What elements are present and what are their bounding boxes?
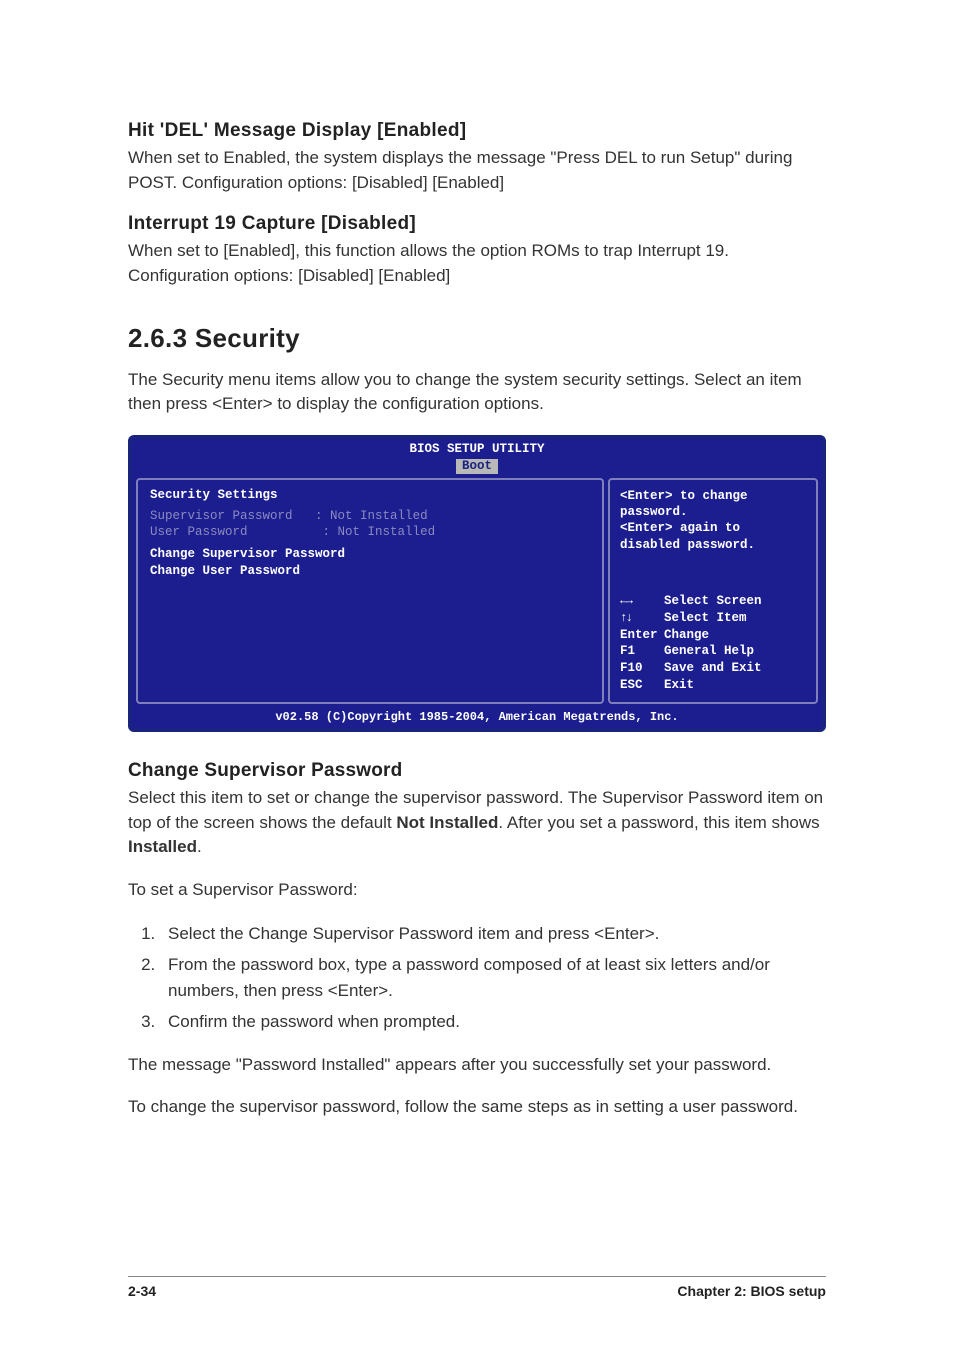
cpw-post: . bbox=[197, 837, 202, 856]
body-msg-after: The message "Password Installed" appears… bbox=[128, 1053, 826, 1078]
bios-body: Security Settings Supervisor Password : … bbox=[132, 474, 822, 708]
bios-footer: v02.58 (C)Copyright 1985-2004, American … bbox=[132, 708, 822, 728]
bios-left-title: Security Settings bbox=[150, 488, 590, 502]
nav-label-general-help: General Help bbox=[664, 644, 754, 658]
chapter-label: Chapter 2: BIOS setup bbox=[677, 1283, 826, 1299]
body-to-set: To set a Supervisor Password: bbox=[128, 878, 826, 903]
step-1: Select the Change Supervisor Password it… bbox=[160, 921, 826, 947]
step-3: Confirm the password when prompted. bbox=[160, 1009, 826, 1035]
body-security-intro: The Security menu items allow you to cha… bbox=[128, 368, 826, 417]
body-hit-del: When set to Enabled, the system displays… bbox=[128, 146, 826, 195]
bios-row-user-value: : Not Installed bbox=[323, 525, 436, 539]
cpw-mid: . After you set a password, this item sh… bbox=[498, 813, 819, 832]
nav-key-f1: F1 bbox=[620, 643, 664, 660]
nav-label-select-item: Select Item bbox=[664, 611, 747, 625]
step-2: From the password box, type a password c… bbox=[160, 952, 826, 1003]
heading-security: 2.6.3 Security bbox=[128, 323, 826, 354]
bios-row-user-label: User Password bbox=[150, 525, 248, 539]
bios-left-pane: Security Settings Supervisor Password : … bbox=[136, 478, 604, 704]
body-change-supervisor: Select this item to set or change the su… bbox=[128, 786, 826, 860]
bios-header-title: BIOS SETUP UTILITY bbox=[409, 442, 544, 456]
body-to-change: To change the supervisor password, follo… bbox=[128, 1095, 826, 1120]
body-int19: When set to [Enabled], this function all… bbox=[128, 239, 826, 288]
nav-key-esc: ESC bbox=[620, 677, 664, 694]
heading-change-supervisor: Change Supervisor Password bbox=[128, 760, 826, 782]
nav-key-enter: Enter bbox=[620, 627, 664, 644]
bios-header-tab: Boot bbox=[456, 459, 498, 474]
page-footer: 2-34 Chapter 2: BIOS setup bbox=[128, 1276, 826, 1299]
bios-row-supervisor: Supervisor Password : Not Installed bbox=[150, 508, 590, 524]
nav-key-f10: F10 bbox=[620, 660, 664, 677]
nav-key-lr-icon bbox=[620, 593, 664, 610]
bios-row-supervisor-value: : Not Installed bbox=[315, 509, 428, 523]
bios-nav: Select Screen Select Item EnterChange F1… bbox=[620, 593, 806, 694]
cpw-bold-installed: Installed bbox=[128, 837, 197, 856]
bios-item-change-supervisor: Change Supervisor Password bbox=[150, 546, 590, 562]
nav-label-save-exit: Save and Exit bbox=[664, 661, 762, 675]
bios-screenshot: BIOS SETUP UTILITY Boot Security Setting… bbox=[128, 435, 826, 732]
heading-hit-del: Hit 'DEL' Message Display [Enabled] bbox=[128, 120, 826, 142]
bios-row-supervisor-label: Supervisor Password bbox=[150, 509, 293, 523]
heading-int19: Interrupt 19 Capture [Disabled] bbox=[128, 213, 826, 235]
bios-help-text: <Enter> to change password. <Enter> agai… bbox=[620, 488, 806, 553]
bios-header: BIOS SETUP UTILITY Boot bbox=[132, 439, 822, 474]
nav-key-ud-icon bbox=[620, 610, 664, 627]
page-number: 2-34 bbox=[128, 1283, 156, 1299]
nav-label-exit: Exit bbox=[664, 678, 694, 692]
bios-right-pane: <Enter> to change password. <Enter> agai… bbox=[608, 478, 818, 704]
steps-list: Select the Change Supervisor Password it… bbox=[160, 921, 826, 1035]
nav-label-select-screen: Select Screen bbox=[664, 594, 762, 608]
bios-row-user: User Password : Not Installed bbox=[150, 524, 590, 540]
cpw-bold-not-installed: Not Installed bbox=[396, 813, 498, 832]
bios-item-change-user: Change User Password bbox=[150, 563, 590, 579]
nav-label-change: Change bbox=[664, 628, 709, 642]
